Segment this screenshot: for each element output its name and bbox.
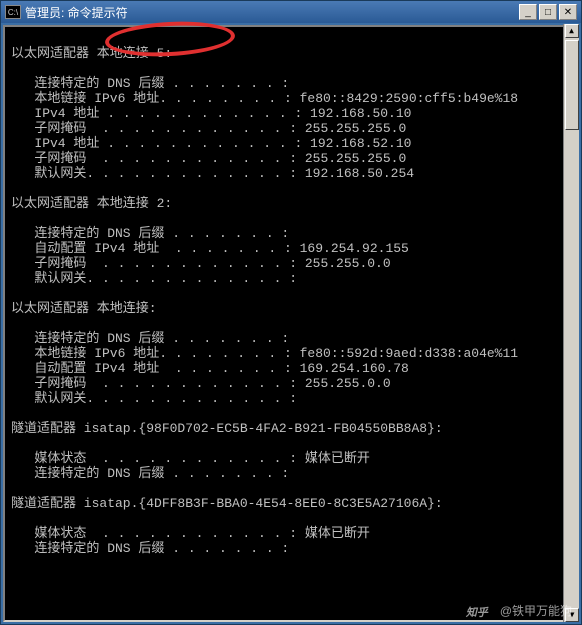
terminal-line: 子网掩码 . . . . . . . . . . . . : 255.255.2… bbox=[11, 151, 571, 166]
terminal-line bbox=[11, 286, 571, 301]
cmd-icon: C:\ bbox=[5, 5, 21, 19]
terminal-line: 以太网适配器 本地连接 2: bbox=[11, 196, 571, 211]
terminal-line: 默认网关. . . . . . . . . . . . . : bbox=[11, 271, 571, 286]
terminal-line: 连接特定的 DNS 后缀 . . . . . . . : bbox=[11, 541, 571, 556]
terminal-line: IPv4 地址 . . . . . . . . . . . . : 192.16… bbox=[11, 136, 571, 151]
terminal-line: 连接特定的 DNS 后缀 . . . . . . . : bbox=[11, 331, 571, 346]
terminal-line: 默认网关. . . . . . . . . . . . . : 192.168.… bbox=[11, 166, 571, 181]
terminal-line: 子网掩码 . . . . . . . . . . . . : 255.255.2… bbox=[11, 121, 571, 136]
watermark-author: @铁甲万能狗 bbox=[500, 602, 572, 619]
maximize-button[interactable]: □ bbox=[539, 4, 557, 20]
terminal-line bbox=[11, 436, 571, 451]
terminal-line: 隧道适配器 isatap.{4DFF8B3F-BBA0-4E54-8EE0-8C… bbox=[11, 496, 571, 511]
window-title: 管理员: 命令提示符 bbox=[25, 4, 519, 21]
terminal-line: 连接特定的 DNS 后缀 . . . . . . . : bbox=[11, 466, 571, 481]
vertical-scrollbar[interactable]: ▲ ▼ bbox=[563, 24, 579, 622]
terminal-line bbox=[11, 31, 571, 46]
terminal-line bbox=[11, 511, 571, 526]
terminal-line: 连接特定的 DNS 后缀 . . . . . . . : bbox=[11, 226, 571, 241]
watermark: 知乎 @铁甲万能狗 bbox=[466, 602, 572, 619]
terminal-line bbox=[11, 61, 571, 76]
terminal-line: IPv4 地址 . . . . . . . . . . . . : 192.16… bbox=[11, 106, 571, 121]
close-button[interactable]: ✕ bbox=[559, 4, 577, 20]
terminal-line: 以太网适配器 本地连接: bbox=[11, 301, 571, 316]
scroll-up-button[interactable]: ▲ bbox=[565, 24, 579, 38]
terminal-line: 自动配置 IPv4 地址 . . . . . . . : 169.254.92.… bbox=[11, 241, 571, 256]
terminal-line: 本地链接 IPv6 地址. . . . . . . . : fe80::8429… bbox=[11, 91, 571, 106]
terminal-line: 默认网关. . . . . . . . . . . . . : bbox=[11, 391, 571, 406]
terminal-line: 本地链接 IPv6 地址. . . . . . . . : fe80::592d… bbox=[11, 346, 571, 361]
minimize-button[interactable]: _ bbox=[519, 4, 537, 20]
terminal-line: 媒体状态 . . . . . . . . . . . . : 媒体已断开 bbox=[11, 526, 571, 541]
scroll-thumb[interactable] bbox=[565, 40, 579, 130]
terminal-line: 媒体状态 . . . . . . . . . . . . : 媒体已断开 bbox=[11, 451, 571, 466]
terminal-output[interactable]: 以太网适配器 本地连接 5: 连接特定的 DNS 后缀 . . . . . . … bbox=[3, 25, 579, 622]
terminal-line: 子网掩码 . . . . . . . . . . . . : 255.255.0… bbox=[11, 376, 571, 391]
terminal-line: 隧道适配器 isatap.{98F0D702-EC5B-4FA2-B921-FB… bbox=[11, 421, 571, 436]
terminal-line bbox=[11, 211, 571, 226]
terminal-line: 子网掩码 . . . . . . . . . . . . : 255.255.0… bbox=[11, 256, 571, 271]
terminal-line bbox=[11, 556, 571, 571]
terminal-line bbox=[11, 181, 571, 196]
titlebar[interactable]: C:\ 管理员: 命令提示符 _ □ ✕ bbox=[1, 1, 581, 23]
terminal-line: 以太网适配器 本地连接 5: bbox=[11, 46, 571, 61]
terminal-line bbox=[11, 481, 571, 496]
terminal-line bbox=[11, 406, 571, 421]
cmd-window: C:\ 管理员: 命令提示符 _ □ ✕ 以太网适配器 本地连接 5: 连接特定… bbox=[0, 0, 582, 625]
window-controls: _ □ ✕ bbox=[519, 4, 577, 20]
terminal-line: 自动配置 IPv4 地址 . . . . . . . : 169.254.160… bbox=[11, 361, 571, 376]
terminal-line: 连接特定的 DNS 后缀 . . . . . . . : bbox=[11, 76, 571, 91]
terminal-line bbox=[11, 316, 571, 331]
zhihu-logo-icon: 知乎 bbox=[466, 604, 496, 618]
